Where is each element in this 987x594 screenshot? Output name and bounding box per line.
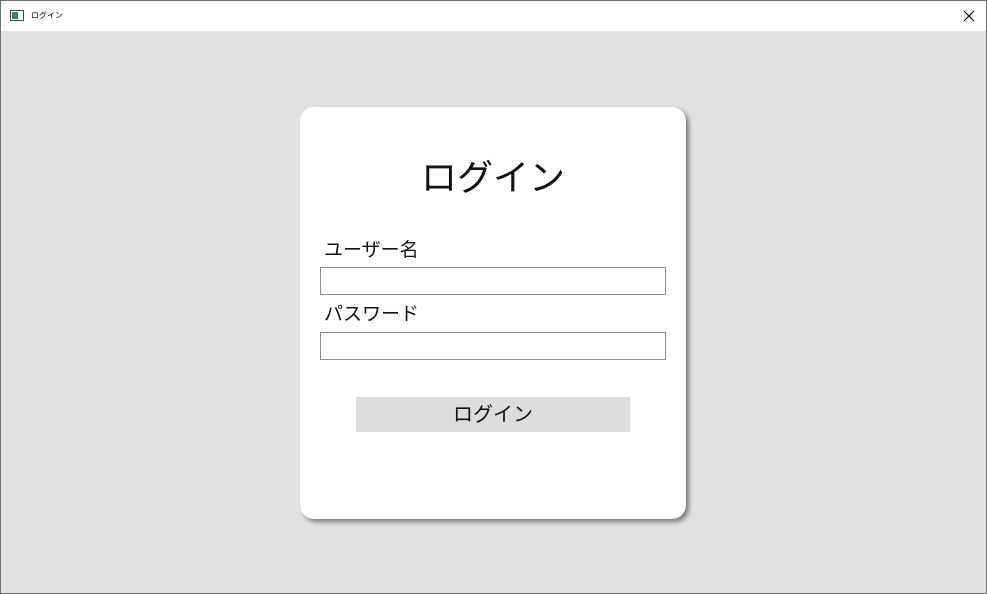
password-label: パスワード — [324, 303, 420, 325]
username-input[interactable] — [320, 267, 666, 295]
window-app-icon — [10, 10, 24, 21]
window-title: ログイン — [31, 11, 63, 20]
close-button[interactable] — [952, 1, 986, 31]
close-icon — [963, 10, 975, 22]
login-heading: ログイン — [420, 158, 565, 199]
login-window: ログイン ログイン ユーザー名 パスワード ログイン — [0, 0, 987, 594]
login-button[interactable]: ログイン — [356, 397, 630, 432]
login-card: ログイン ユーザー名 パスワード ログイン — [300, 107, 686, 519]
password-input[interactable] — [320, 332, 666, 360]
title-bar[interactable]: ログイン — [1, 1, 986, 31]
username-label: ユーザー名 — [324, 239, 419, 261]
